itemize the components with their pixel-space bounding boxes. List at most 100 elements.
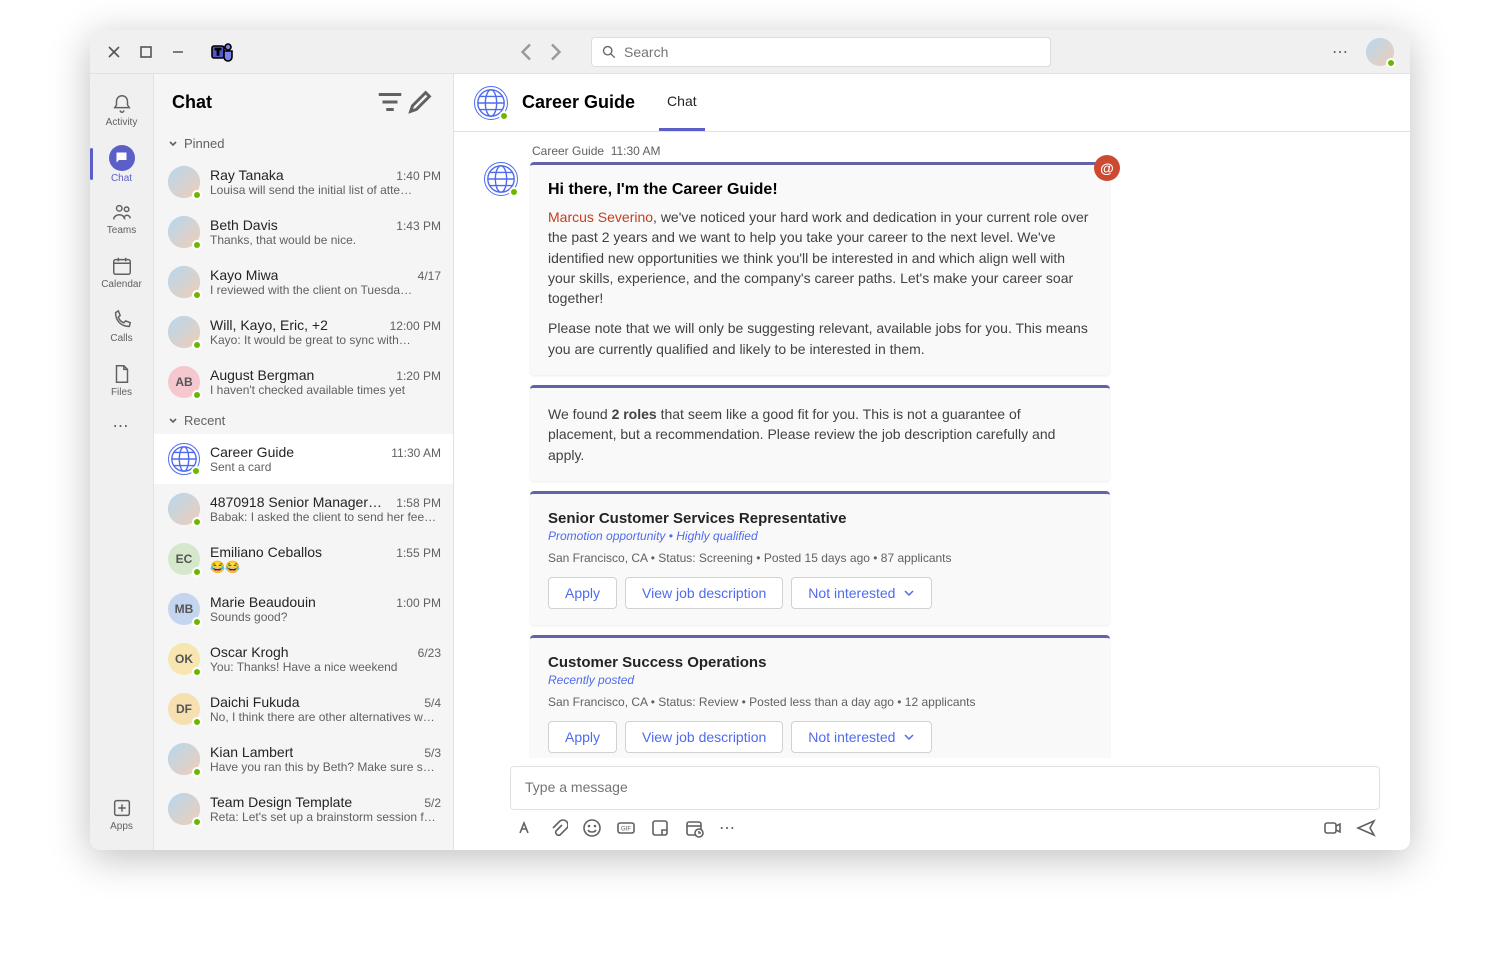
titlebar-more[interactable]: ⋯: [1332, 42, 1350, 62]
mention-name: Marcus Severino: [548, 209, 653, 225]
chat-item-time: 12:00 PM: [390, 319, 441, 333]
bell-icon: [111, 93, 133, 115]
found-card: We found 2 roles that seem like a good f…: [530, 385, 1110, 481]
window-close[interactable]: [106, 44, 122, 60]
gif-button[interactable]: GIF: [616, 818, 636, 838]
window-minimize[interactable]: [170, 44, 186, 60]
rail-activity[interactable]: Activity: [94, 84, 150, 136]
chat-list-panel: Chat Pinned Ray Tanaka1:40 PMLouisa will…: [154, 74, 454, 850]
message-meta: Career Guide 11:30 AM: [532, 144, 1380, 158]
filter-button[interactable]: [375, 87, 405, 117]
composer: GIF ⋯: [454, 758, 1410, 850]
rail-apps[interactable]: Apps: [94, 788, 150, 840]
chat-list-item[interactable]: ABAugust Bergman1:20 PMI haven't checked…: [154, 357, 453, 407]
chat-item-preview: I reviewed with the client on Tuesda…: [210, 283, 441, 297]
chat-item-name: Kian Lambert: [210, 744, 293, 760]
view-job-button[interactable]: View job description: [625, 577, 783, 609]
chat-list-item[interactable]: Ray Tanaka1:40 PMLouisa will send the in…: [154, 157, 453, 207]
chat-item-name: Ray Tanaka: [210, 167, 284, 183]
chat-item-preview: Sounds good?: [210, 610, 441, 624]
compose-input-box[interactable]: [510, 766, 1380, 810]
apply-button[interactable]: Apply: [548, 577, 617, 609]
channel-button[interactable]: [1322, 818, 1342, 838]
chat-item-time: 1:58 PM: [396, 496, 441, 510]
job-card: Senior Customer Services RepresentativeP…: [530, 491, 1110, 625]
apply-button[interactable]: Apply: [548, 721, 617, 753]
compose-input[interactable]: [525, 779, 1365, 795]
chat-item-name: Will, Kayo, Eric, +2: [210, 317, 328, 333]
search-icon: [602, 45, 616, 59]
chat-item-avatar: [168, 493, 200, 525]
chat-main: Career Guide Chat Career Guide 11:30 AM: [454, 74, 1410, 850]
app-window: T ⋯ Activity Chat: [90, 30, 1410, 850]
send-button[interactable]: [1356, 818, 1376, 838]
chat-list-item[interactable]: Team Design Template5/2Reta: Let's set u…: [154, 784, 453, 834]
chat-item-preview: Thanks, that would be nice.: [210, 233, 441, 247]
chat-list-item[interactable]: 4870918 Senior Manager…1:58 PMBabak: I a…: [154, 484, 453, 534]
chat-list-item[interactable]: MBMarie Beaudouin1:00 PMSounds good?: [154, 584, 453, 634]
rail-calendar[interactable]: Calendar: [94, 246, 150, 298]
mention-badge-icon: @: [1094, 155, 1120, 181]
job-tags: Recently posted: [548, 673, 1092, 687]
nav-back[interactable]: [515, 40, 539, 64]
chat-item-name: Oscar Krogh: [210, 644, 289, 660]
rail-teams[interactable]: Teams: [94, 192, 150, 244]
search-box[interactable]: [591, 37, 1051, 67]
chat-item-preview: Reta: Let's set up a brainstorm session …: [210, 810, 441, 824]
chat-item-name: Daichi Fukuda: [210, 694, 300, 710]
nav-forward[interactable]: [543, 40, 567, 64]
chat-list-item[interactable]: DFDaichi Fukuda5/4No, I think there are …: [154, 684, 453, 734]
rail-chat[interactable]: Chat: [94, 138, 150, 190]
not-interested-button[interactable]: Not interested: [791, 577, 932, 609]
not-interested-button[interactable]: Not interested: [791, 721, 932, 753]
chat-item-avatar: EC: [168, 543, 200, 575]
compose-more[interactable]: ⋯: [718, 818, 738, 838]
chat-item-avatar: [168, 793, 200, 825]
window-maximize[interactable]: [138, 44, 154, 60]
chat-item-name: 4870918 Senior Manager…: [210, 494, 382, 510]
chat-list-item[interactable]: Career Guide11:30 AMSent a card: [154, 434, 453, 484]
tab-chat[interactable]: Chat: [659, 74, 705, 131]
chat-item-preview: You: Thanks! Have a nice weekend: [210, 660, 441, 674]
chat-list-item[interactable]: Kayo Miwa4/17I reviewed with the client …: [154, 257, 453, 307]
rail-calls[interactable]: Calls: [94, 300, 150, 352]
chat-item-time: 5/4: [424, 696, 441, 710]
job-title: Senior Customer Services Representative: [548, 510, 1092, 527]
profile-avatar[interactable]: [1366, 38, 1394, 66]
rail-files[interactable]: Files: [94, 354, 150, 406]
pinned-section[interactable]: Pinned: [154, 130, 453, 157]
chat-item-avatar: [168, 443, 200, 475]
svg-text:GIF: GIF: [621, 827, 631, 833]
people-icon: [111, 201, 133, 223]
chat-list-item[interactable]: OKOscar Krogh6/23You: Thanks! Have a nic…: [154, 634, 453, 684]
chevron-down-icon: [168, 416, 178, 426]
format-button[interactable]: [514, 818, 534, 838]
chat-item-avatar: AB: [168, 366, 200, 398]
chat-item-preview: Have you ran this by Beth? Make sure she…: [210, 760, 441, 774]
new-chat-button[interactable]: [405, 87, 435, 117]
file-icon: [111, 363, 133, 385]
chat-item-name: Career Guide: [210, 444, 294, 460]
chat-item-time: 1:40 PM: [396, 169, 441, 183]
chat-item-preview: I haven't checked available times yet: [210, 383, 441, 397]
rail-more[interactable]: ⋯: [94, 408, 150, 444]
chat-list-item[interactable]: Beth Davis1:43 PMThanks, that would be n…: [154, 207, 453, 257]
teams-logo-icon: T: [210, 40, 234, 64]
emoji-button[interactable]: [582, 818, 602, 838]
chat-item-name: August Bergman: [210, 367, 314, 383]
recent-section[interactable]: Recent: [154, 407, 453, 434]
chat-item-avatar: [168, 216, 200, 248]
view-job-button[interactable]: View job description: [625, 721, 783, 753]
job-card: Customer Success OperationsRecently post…: [530, 635, 1110, 758]
chat-list-item[interactable]: Kian Lambert5/3Have you ran this by Beth…: [154, 734, 453, 784]
chat-item-name: Kayo Miwa: [210, 267, 278, 283]
sticker-button[interactable]: [650, 818, 670, 838]
chat-item-time: 1:55 PM: [396, 546, 441, 560]
schedule-button[interactable]: [684, 818, 704, 838]
attach-button[interactable]: [548, 818, 568, 838]
chat-list-item[interactable]: Will, Kayo, Eric, +212:00 PMKayo: It wou…: [154, 307, 453, 357]
chat-list-item[interactable]: ECEmiliano Ceballos1:55 PM😂😂: [154, 534, 453, 584]
search-input[interactable]: [624, 44, 1040, 60]
chat-item-time: 6/23: [418, 646, 441, 660]
chat-item-name: Marie Beaudouin: [210, 594, 316, 610]
